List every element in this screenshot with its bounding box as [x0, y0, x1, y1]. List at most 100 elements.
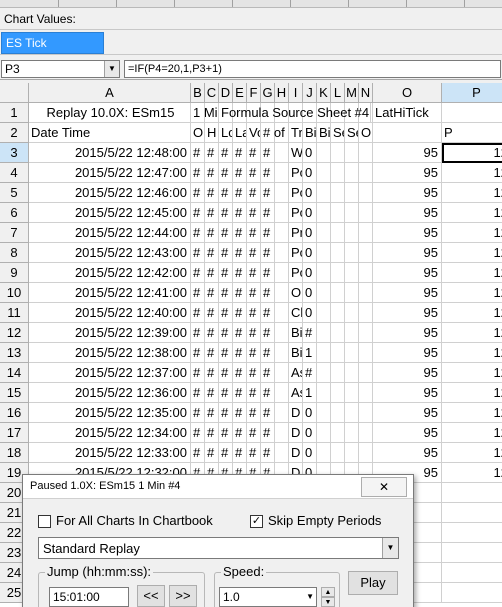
column-header[interactable]: M [345, 83, 359, 103]
cell-hash[interactable]: # [191, 323, 205, 343]
cell-hash[interactable]: # [191, 163, 205, 183]
cell-hash[interactable]: # [261, 443, 275, 463]
grid-cell[interactable] [317, 363, 331, 383]
cell-p-value[interactable]: 12 [442, 343, 502, 363]
grid-cell[interactable] [442, 103, 502, 123]
cell-bid[interactable]: # [303, 363, 317, 383]
cell-datetime[interactable]: 2015/5/22 12:41:00 [29, 283, 191, 303]
grid-cell[interactable] [331, 143, 345, 163]
row-header[interactable]: 5 [0, 183, 29, 203]
cell-hash[interactable]: # [261, 143, 275, 163]
cell-hash[interactable]: # [219, 323, 233, 343]
cell-hash[interactable]: # [233, 243, 247, 263]
column-header[interactable]: I [289, 83, 303, 103]
cell-hash[interactable]: # [247, 283, 261, 303]
cell-trade[interactable]: Cl [289, 303, 303, 323]
grid-cell[interactable] [359, 383, 373, 403]
grid-cell[interactable] [331, 183, 345, 203]
cell-o-value[interactable]: 95 [373, 223, 442, 243]
cell-o-value[interactable]: 95 [373, 423, 442, 443]
cell-hash[interactable]: # [261, 183, 275, 203]
grid-cell[interactable] [359, 163, 373, 183]
grid-cell[interactable] [345, 223, 359, 243]
grid-cell[interactable] [345, 303, 359, 323]
cell-hash[interactable]: # [233, 183, 247, 203]
grid-cell[interactable] [275, 243, 289, 263]
cell-hash[interactable]: # [191, 143, 205, 163]
cell-bid[interactable]: 0 [303, 243, 317, 263]
cell-hash[interactable]: # [261, 223, 275, 243]
cell-datetime[interactable]: 2015/5/22 12:33:00 [29, 443, 191, 463]
cell-trade[interactable]: D [289, 403, 303, 423]
cell-hash[interactable]: # [261, 263, 275, 283]
grid-cell[interactable] [359, 323, 373, 343]
cell-hash[interactable]: # [233, 343, 247, 363]
cell-hash[interactable]: # [233, 203, 247, 223]
cell-datetime[interactable]: 2015/5/22 12:46:00 [29, 183, 191, 203]
cell-p-value[interactable]: 12 [442, 383, 502, 403]
grid-cell[interactable] [359, 443, 373, 463]
tab-es-tick-diverence[interactable]: ES Tick Diverence [1, 32, 104, 70]
cell-o-value[interactable]: 95 [373, 363, 442, 383]
cell-o-value[interactable]: 95 [373, 243, 442, 263]
grid-cell[interactable] [317, 143, 331, 163]
cell-b2[interactable]: O [191, 123, 205, 143]
grid-cell[interactable] [345, 263, 359, 283]
grid-cell[interactable] [275, 343, 289, 363]
cell-trade[interactable]: As [289, 363, 303, 383]
cell-hash[interactable]: # [191, 403, 205, 423]
cell-datetime[interactable]: 2015/5/22 12:48:00 [29, 143, 191, 163]
grid-cell[interactable] [275, 183, 289, 203]
grid-cell[interactable] [331, 283, 345, 303]
grid-cell[interactable] [275, 263, 289, 283]
cell-hash[interactable]: # [219, 303, 233, 323]
grid-cell[interactable] [275, 303, 289, 323]
cell-datetime[interactable]: 2015/5/22 12:45:00 [29, 203, 191, 223]
cell-hash[interactable]: # [219, 363, 233, 383]
grid-cell[interactable] [359, 363, 373, 383]
cell-trade[interactable]: W [289, 143, 303, 163]
grid-cell[interactable] [373, 123, 442, 143]
cell-hash[interactable]: # [261, 243, 275, 263]
cell-hash[interactable]: # [261, 403, 275, 423]
column-header[interactable]: C [205, 83, 219, 103]
cell-hash[interactable]: # [261, 163, 275, 183]
grid-cell[interactable] [442, 583, 502, 603]
cell-datetime[interactable]: 2015/5/22 12:44:00 [29, 223, 191, 243]
cell-hash[interactable]: # [191, 443, 205, 463]
grid-cell[interactable] [275, 423, 289, 443]
cell-datetime[interactable]: 2015/5/22 12:36:00 [29, 383, 191, 403]
cell-hash[interactable]: # [205, 203, 219, 223]
cell-p-value[interactable]: 12 [442, 263, 502, 283]
row-header[interactable]: 14 [0, 363, 29, 383]
cell-hash[interactable]: # [261, 303, 275, 323]
row-header[interactable]: 2 [0, 123, 29, 143]
cell-hash[interactable]: # [205, 383, 219, 403]
row-header[interactable]: 9 [0, 263, 29, 283]
cell-m2[interactable]: Se [345, 123, 359, 143]
grid-cell[interactable] [317, 283, 331, 303]
grid-cell[interactable] [442, 483, 502, 503]
cell-o-value[interactable]: 95 [373, 263, 442, 283]
cell-bid[interactable]: 0 [303, 263, 317, 283]
grid-cell[interactable] [359, 423, 373, 443]
cell-datetime[interactable]: 2015/5/22 12:40:00 [29, 303, 191, 323]
selected-cell-p3[interactable]: 12 [442, 143, 502, 163]
cell-hash[interactable]: # [205, 163, 219, 183]
cell-p-value[interactable]: 12 [442, 183, 502, 203]
grid-cell[interactable] [317, 203, 331, 223]
cell-p2[interactable]: P [442, 123, 502, 143]
column-header[interactable]: E [233, 83, 247, 103]
cell-trade[interactable]: Po [289, 183, 303, 203]
grid-cell[interactable] [331, 443, 345, 463]
row-header[interactable]: 15 [0, 383, 29, 403]
grid-cell[interactable] [317, 243, 331, 263]
column-header[interactable]: A [29, 83, 191, 103]
grid-cell[interactable] [317, 383, 331, 403]
column-header[interactable]: O [373, 83, 442, 103]
grid-cell[interactable] [359, 223, 373, 243]
grid-cell[interactable] [317, 403, 331, 423]
column-header[interactable]: D [219, 83, 233, 103]
cell-hash[interactable]: # [233, 383, 247, 403]
cell-p-value[interactable]: 12 [442, 363, 502, 383]
